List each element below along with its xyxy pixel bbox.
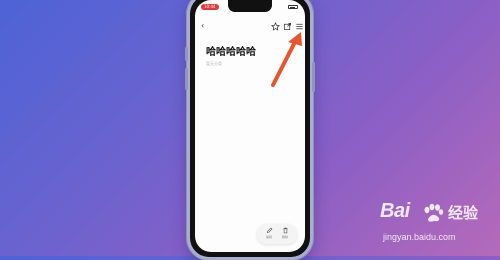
note-category[interactable]: 暂无分类 bbox=[206, 61, 222, 67]
watermark-logo-cn: 经验 bbox=[448, 204, 479, 222]
watermark-logo-text: Bai bbox=[380, 200, 410, 222]
pencil-icon bbox=[266, 227, 272, 234]
edit-label: 编辑 bbox=[265, 235, 272, 239]
trash-icon bbox=[282, 227, 288, 234]
phone-side-button bbox=[185, 47, 188, 61]
paw-icon bbox=[424, 203, 444, 222]
delete-label: 删除 bbox=[281, 235, 288, 239]
edit-button[interactable]: 编辑 bbox=[262, 227, 276, 239]
baidu-jingyan-watermark: Bai 经验 jingyan.baidu.com bbox=[380, 200, 495, 250]
phone-notch bbox=[228, 0, 272, 12]
status-time-badge: 10:44 bbox=[201, 4, 219, 10]
battery-icon bbox=[288, 5, 298, 9]
note-title: 哈哈哈哈哈 bbox=[206, 47, 256, 58]
annotation-arrow-icon bbox=[271, 32, 302, 87]
back-button[interactable]: ‹ bbox=[201, 22, 204, 30]
bottom-toolbar: 编辑 删除 bbox=[257, 224, 297, 244]
delete-button[interactable]: 删除 bbox=[278, 227, 292, 239]
phone-side-button bbox=[312, 62, 315, 92]
watermark-url: jingyan.baidu.com bbox=[383, 232, 456, 242]
phone-side-button bbox=[185, 68, 188, 90]
